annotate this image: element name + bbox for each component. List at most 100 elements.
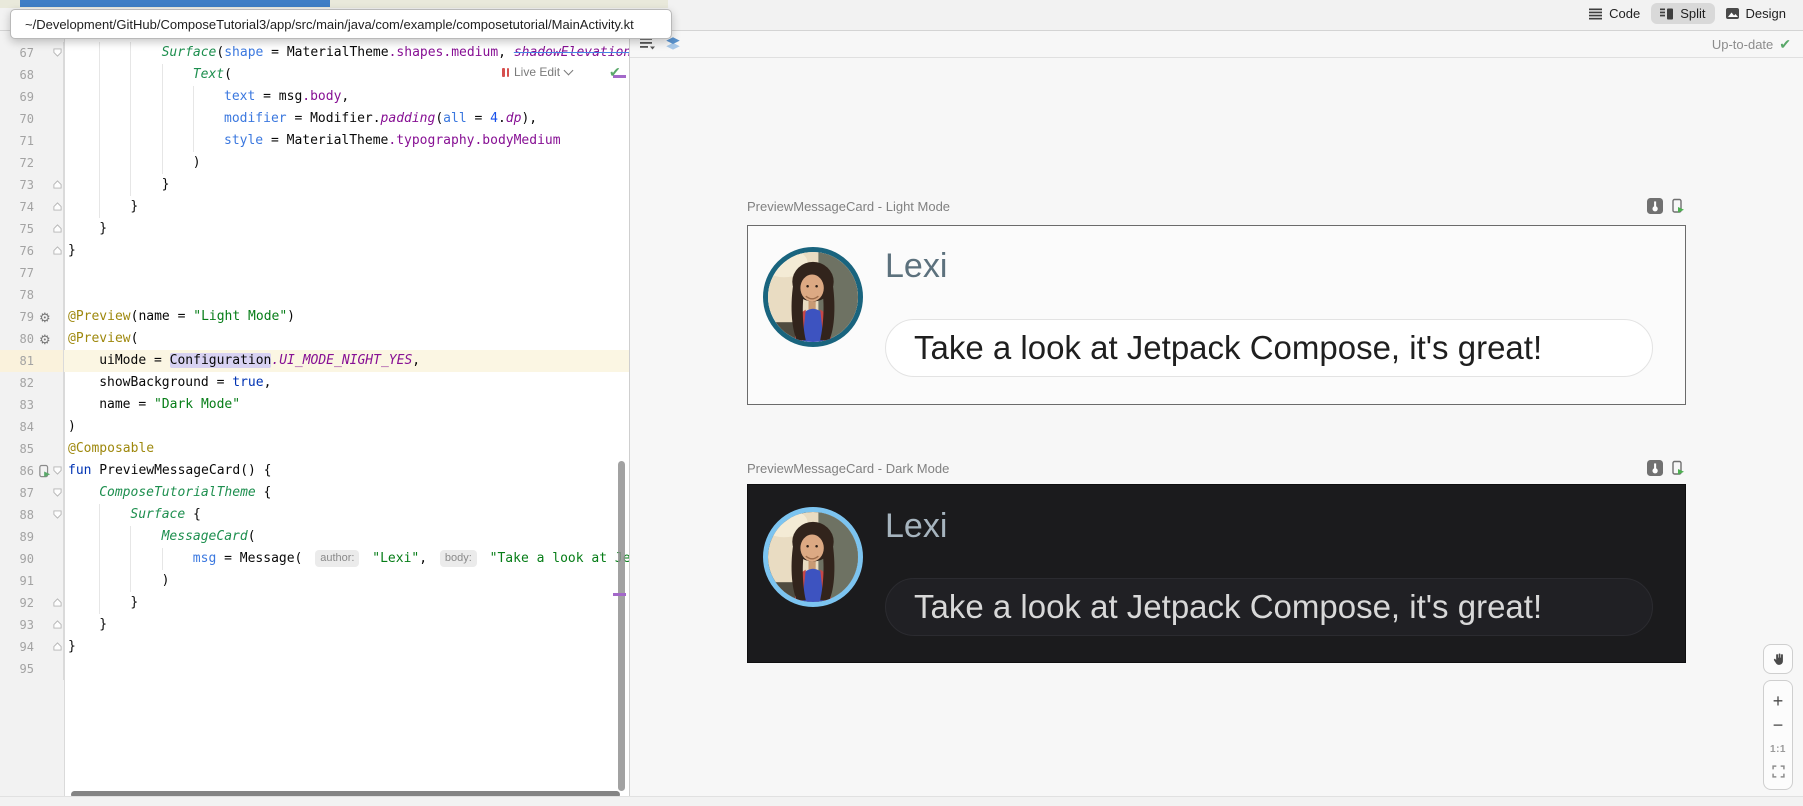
code-line-90[interactable]: 90msg = Message( author: "Lexi", body: "… [0,548,629,570]
design-view-button[interactable]: Design [1717,3,1795,24]
fold-marker-icon[interactable] [53,510,62,519]
code-text[interactable]: } [64,174,629,196]
code-text[interactable]: MessageCard( [64,526,629,548]
line-number[interactable]: 83 [0,394,34,416]
code-text[interactable]: } [64,614,629,636]
code-line-70[interactable]: 70modifier = Modifier.padding(all = 4.dp… [0,108,629,130]
code-line-74[interactable]: 74} [0,196,629,218]
code-line-67[interactable]: 67Surface(shape = MaterialTheme.shapes.m… [0,42,629,64]
code-text[interactable]: ) [64,416,629,438]
code-text[interactable]: ComposeTutorialTheme { [64,482,629,504]
code-line-80[interactable]: 80⚙@Preview( [0,328,629,350]
code-text[interactable]: @Preview(name = "Light Mode") [64,306,629,328]
gutter-line-85[interactable]: 85 [0,438,64,460]
code-text[interactable]: } [64,592,629,614]
line-number[interactable]: 78 [0,284,34,306]
code-line-79[interactable]: 79 ⚙ @Preview(name = "Light Mode") [0,306,629,328]
gutter-line-95[interactable]: 95 [0,658,64,680]
line-number[interactable]: 87 [0,482,34,504]
zoom-in-button[interactable]: + [1773,692,1784,710]
code-text[interactable]: msg = Message( author: "Lexi", body: "Ta… [64,548,629,570]
gutter-line-78[interactable]: 78 [0,284,64,306]
zoom-to-fit-icon[interactable] [1772,765,1785,778]
gutter-line-75[interactable]: 75 [0,218,64,240]
gutter-line-72[interactable]: 72 [0,152,64,174]
code-line-77[interactable]: 77 [0,262,629,284]
line-number[interactable]: 69 [0,86,34,108]
code-line-73[interactable]: 73} [0,174,629,196]
fold-marker-icon[interactable] [53,180,62,189]
gutter-line-81[interactable]: 81 [0,350,64,372]
code-text[interactable] [64,284,629,306]
fold-marker-icon[interactable] [53,202,62,211]
code-line-89[interactable]: 89 MessageCard( [0,526,629,548]
line-number[interactable]: 79 [0,306,34,328]
code-line-84[interactable]: 84) [0,416,629,438]
line-number[interactable]: 74 [0,196,34,218]
interactive-preview-icon[interactable] [1647,198,1663,214]
gutter-line-86[interactable]: 86 [0,460,64,482]
preview-settings-gear-icon[interactable]: ⚙ [39,333,51,346]
code-line-93[interactable]: 93} [0,614,629,636]
live-edit-widget[interactable]: Live Edit [497,62,577,82]
gutter-line-68[interactable]: 68 [0,64,64,86]
fold-marker-icon[interactable] [53,620,62,629]
light-preview-card[interactable]: Lexi Take a look at Jetpack Compose, it'… [747,225,1686,405]
code-text[interactable]: } [64,196,629,218]
editor-horizontal-scrollbar[interactable] [71,791,620,796]
gutter-line-67[interactable]: 67 [0,42,64,64]
line-number[interactable]: 92 [0,592,34,614]
line-number[interactable]: 73 [0,174,34,196]
code-line-81[interactable]: 81uiMode = Configuration.UI_MODE_NIGHT_Y… [0,350,629,372]
line-number[interactable]: 95 [0,658,34,680]
code-text[interactable]: ) [64,570,629,592]
gutter-line-74[interactable]: 74 [0,196,64,218]
code-text[interactable]: name = "Dark Mode" [64,394,629,416]
code-text[interactable]: style = MaterialTheme.typography.bodyMed… [64,130,629,152]
gutter-line-73[interactable]: 73 [0,174,64,196]
line-number[interactable]: 84 [0,416,34,438]
code-text[interactable]: text = msg.body, [64,86,629,108]
editor-vertical-scrollbar[interactable] [618,461,625,791]
line-number[interactable]: 93 [0,614,34,636]
line-number[interactable]: 76 [0,240,34,262]
interactive-preview-icon[interactable] [1647,460,1663,476]
code-line-78[interactable]: 78 [0,284,629,306]
code-line-83[interactable]: 83 name = "Dark Mode" [0,394,629,416]
gutter-line-91[interactable]: 91 [0,570,64,592]
code-text[interactable]: @Composable [64,438,629,460]
fold-marker-icon[interactable] [53,466,62,475]
fold-marker-icon[interactable] [53,246,62,255]
line-number[interactable]: 80 [0,328,34,350]
line-number[interactable]: 70 [0,108,34,130]
code-line-71[interactable]: 71style = MaterialTheme.typography.bodyM… [0,130,629,152]
gutter-line-93[interactable]: 93 [0,614,64,636]
code-text[interactable]: } [64,636,629,658]
code-line-76[interactable]: 76} [0,240,629,262]
zoom-actual-size-button[interactable]: 1:1 [1770,741,1786,759]
code-line-95[interactable]: 95 [0,658,629,680]
code-line-85[interactable]: 85@Composable [0,438,629,460]
code-text[interactable] [64,262,629,284]
gutter-line-69[interactable]: 69 [0,86,64,108]
fold-marker-icon[interactable] [53,642,62,651]
line-number[interactable]: 75 [0,218,34,240]
fold-marker-icon[interactable] [53,488,62,497]
fold-marker-icon[interactable] [53,598,62,607]
fold-marker-icon[interactable] [53,48,62,57]
gutter-line-80[interactable]: 80 ⚙ [0,328,64,350]
gutter-line-87[interactable]: 87 [0,482,64,504]
preview-settings-gear-icon[interactable]: ⚙ [39,311,51,324]
line-number[interactable]: 72 [0,152,34,174]
gutter-line-82[interactable]: 82 [0,372,64,394]
dark-preview-card[interactable]: Lexi Take a look at Jetpack Compose, it'… [747,484,1686,663]
line-number[interactable]: 88 [0,504,34,526]
line-number[interactable]: 89 [0,526,34,548]
code-line-75[interactable]: 75} [0,218,629,240]
code-line-91[interactable]: 91) [0,570,629,592]
code-text[interactable] [64,658,629,680]
gutter-line-90[interactable]: 90 [0,548,64,570]
gutter-line-70[interactable]: 70 [0,108,64,130]
code-text[interactable]: } [64,240,629,262]
code-text[interactable]: Surface(shape = MaterialTheme.shapes.med… [64,42,629,64]
